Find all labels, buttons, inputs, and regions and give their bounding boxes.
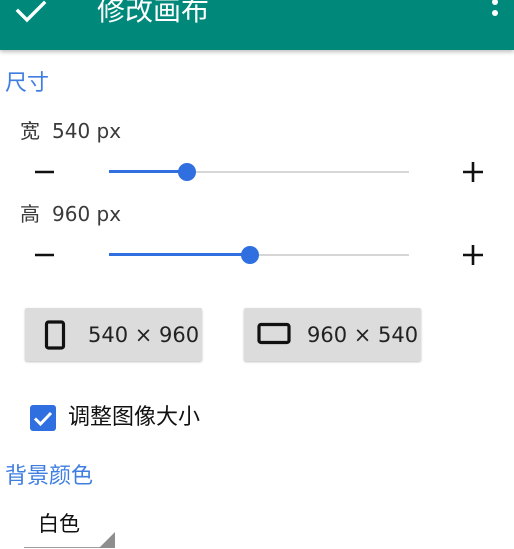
resize-image-label[interactable]: 调整图像大小 <box>68 403 200 433</box>
checkmark-icon <box>33 411 53 427</box>
height-increase-button[interactable] <box>457 239 489 271</box>
page-title: 修改画布 <box>97 0 210 27</box>
height-decrease-button[interactable] <box>28 239 60 271</box>
check-icon[interactable] <box>14 0 48 28</box>
width-value: 540 px <box>52 119 122 143</box>
dropdown-arrow-icon <box>99 532 115 548</box>
preset-landscape-button[interactable]: 960 × 540 <box>244 308 421 361</box>
width-decrease-button[interactable] <box>28 156 60 188</box>
height-slider[interactable] <box>109 245 409 265</box>
app-bar: 修改画布 <box>0 0 514 50</box>
width-slider-fill <box>109 170 187 173</box>
width-slider[interactable] <box>109 162 409 182</box>
more-vert-icon[interactable] <box>482 0 508 26</box>
background-section-header: 背景颜色 <box>5 464 94 489</box>
preset-landscape-label: 960 × 540 <box>307 323 419 347</box>
height-slider-fill <box>109 253 250 256</box>
width-slider-thumb[interactable] <box>178 163 196 181</box>
background-color-value: 白色 <box>38 512 80 536</box>
height-label: 高 <box>20 202 40 226</box>
height-value: 960 px <box>52 202 122 226</box>
width-increase-button[interactable] <box>457 156 489 188</box>
portrait-icon <box>44 320 66 350</box>
background-color-dropdown[interactable]: 白色 <box>24 506 115 549</box>
preset-portrait-label: 540 × 960 <box>88 323 200 347</box>
width-label: 宽 <box>20 119 40 143</box>
landscape-icon <box>257 322 291 345</box>
height-label-row: 高 960 px <box>20 202 121 226</box>
width-label-row: 宽 540 px <box>20 119 121 143</box>
size-section-header: 尺寸 <box>5 71 50 96</box>
height-slider-thumb[interactable] <box>241 246 259 264</box>
preset-portrait-button[interactable]: 540 × 960 <box>25 308 202 361</box>
resize-image-checkbox[interactable] <box>30 405 56 431</box>
